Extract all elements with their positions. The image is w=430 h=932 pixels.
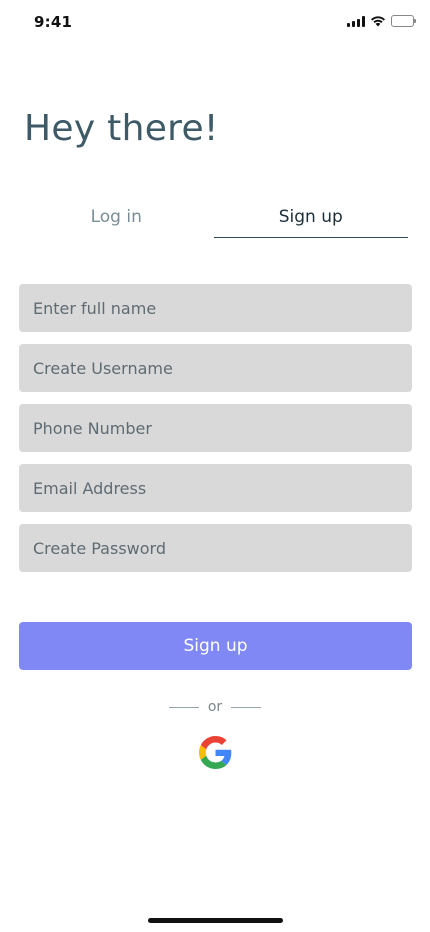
divider-line-right xyxy=(231,706,262,708)
tab-sign-up[interactable]: Sign up xyxy=(213,200,408,238)
signup-screen: 9:41 Hey there! Log in Sign up Sign up o… xyxy=(0,0,430,932)
status-bar: 9:41 xyxy=(0,0,430,44)
page-title: Hey there! xyxy=(24,108,219,149)
password-input[interactable] xyxy=(19,524,412,572)
wifi-icon xyxy=(371,16,385,27)
google-g-icon xyxy=(199,736,232,769)
status-time: 9:41 xyxy=(34,13,73,31)
auth-tabs: Log in Sign up xyxy=(19,200,408,238)
email-address-input[interactable] xyxy=(19,464,412,512)
or-divider: or xyxy=(0,698,430,716)
divider-line-left xyxy=(168,706,199,708)
google-sign-in-button[interactable] xyxy=(199,736,232,769)
battery-icon xyxy=(391,15,416,27)
phone-number-input[interactable] xyxy=(19,404,412,452)
username-input[interactable] xyxy=(19,344,412,392)
status-icons xyxy=(347,15,416,27)
tab-log-in[interactable]: Log in xyxy=(19,200,214,238)
divider-text: or xyxy=(207,699,223,715)
sign-up-button[interactable]: Sign up xyxy=(19,622,412,670)
cellular-signal-icon xyxy=(347,15,365,27)
full-name-input[interactable] xyxy=(19,284,412,332)
home-indicator xyxy=(148,918,283,923)
